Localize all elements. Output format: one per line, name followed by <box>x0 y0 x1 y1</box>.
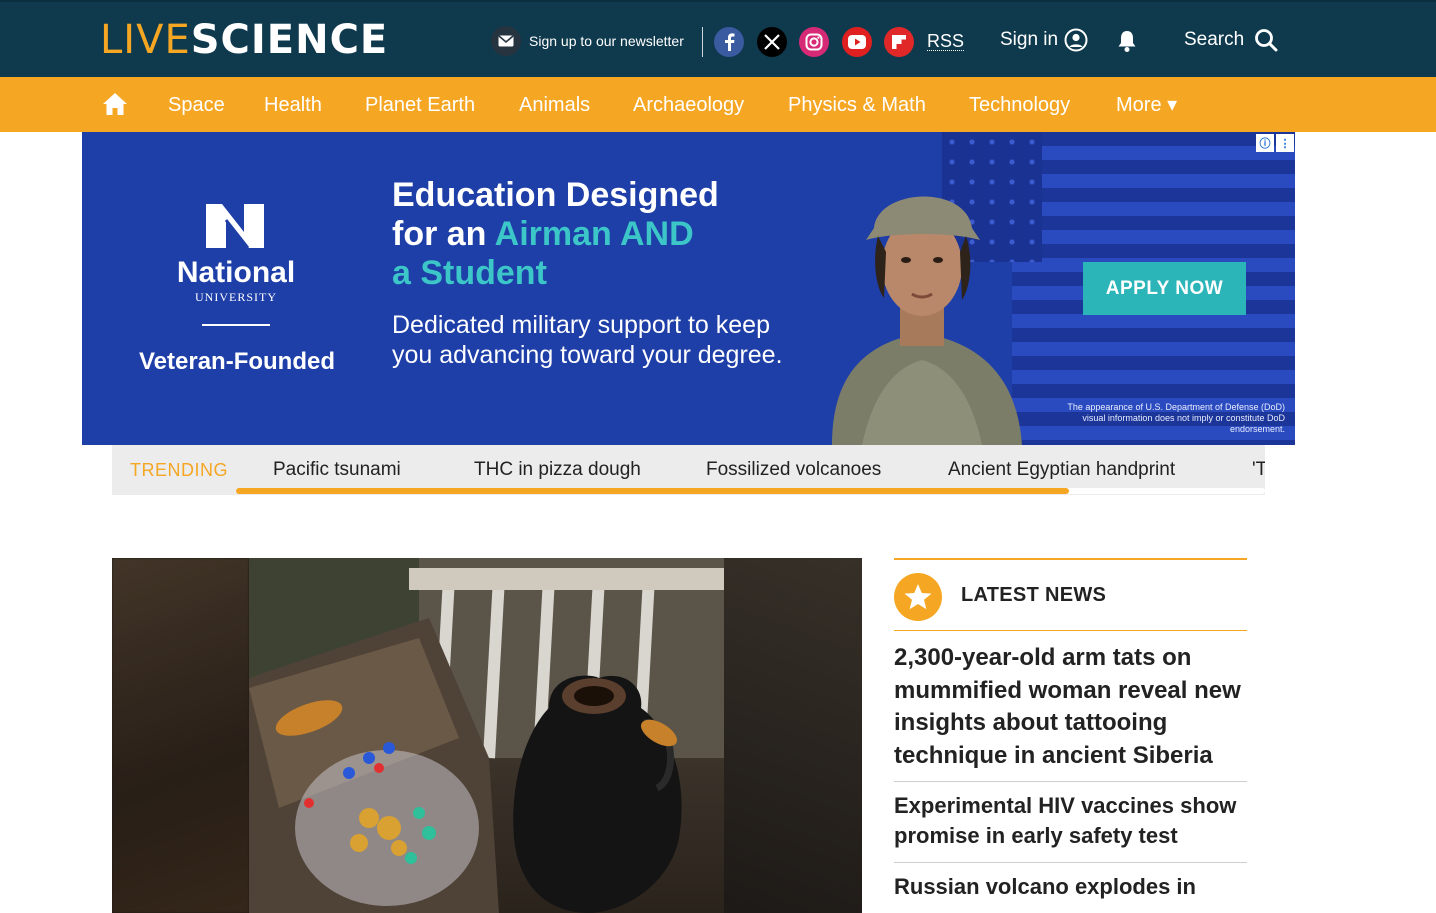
latest-news-item[interactable]: 2,300-year-old arm tats on mummified wom… <box>894 642 1249 772</box>
ad-headline: Education Designed for an Airman AND a S… <box>392 176 812 293</box>
latest-news-item[interactable]: Experimental HIV vaccines show promise i… <box>894 791 1249 851</box>
main-nav: Space Health Planet Earth Animals Archae… <box>0 77 1436 132</box>
ad-brand-tagline: Veteran-Founded <box>138 348 336 375</box>
trending-item[interactable]: Pacific tsunami <box>273 459 401 481</box>
ad-disclaimer: The appearance of U.S. Department of Def… <box>1067 402 1285 434</box>
mail-icon <box>491 26 521 56</box>
latest-news-item[interactable]: Russian volcano explodes in <box>894 872 1249 902</box>
ad-headline-line1: Education Designed <box>392 176 719 214</box>
nav-item-space[interactable]: Space <box>168 93 225 117</box>
nav-item-archaeology[interactable]: Archaeology <box>633 93 744 117</box>
bell-icon[interactable] <box>1116 29 1138 58</box>
nav-item-more[interactable]: More ▾ <box>1116 93 1177 117</box>
trending-item[interactable]: THC in pizza dough <box>474 459 641 481</box>
trending-scrollbar-thumb[interactable] <box>236 488 1069 494</box>
ad-brand-sub: UNIVERSITY <box>195 290 277 304</box>
ad-menu-icon[interactable]: ⋮ <box>1276 134 1294 152</box>
trending-item[interactable]: 'T <box>1252 459 1265 481</box>
ad-headline-line2: for an <box>392 215 495 253</box>
trending-label: TRENDING <box>130 460 228 480</box>
ad-brand-divider <box>202 324 270 326</box>
youtube-icon[interactable] <box>842 27 872 57</box>
search-label: Search <box>1184 29 1245 50</box>
user-icon <box>1064 28 1088 52</box>
search-icon <box>1255 29 1278 52</box>
latest-news-top-rule <box>894 558 1247 560</box>
hero-image[interactable] <box>112 558 862 913</box>
nav-item-animals[interactable]: Animals <box>519 93 590 117</box>
apply-now-button[interactable]: APPLY NOW <box>1083 262 1246 315</box>
nav-item-technology[interactable]: Technology <box>969 93 1070 117</box>
site-logo[interactable]: LIVE SCIENCE <box>100 17 389 63</box>
facebook-icon[interactable] <box>714 27 744 57</box>
newsletter-label: Sign up to our newsletter <box>529 33 684 49</box>
nav-item-planet-earth[interactable]: Planet Earth <box>365 93 475 117</box>
ad-info-icon[interactable]: ⓘ <box>1256 134 1274 152</box>
ad-controls: ⓘ ⋮ <box>1256 134 1294 152</box>
sign-in-label: Sign in <box>1000 29 1059 50</box>
top-header: LIVE SCIENCE Sign up to our newsletter RS… <box>0 0 1436 77</box>
home-icon[interactable] <box>102 92 128 121</box>
ad-subtext: Dedicated military support to keep you a… <box>392 311 783 369</box>
ad-headline-accent: Airman AND <box>494 215 694 253</box>
header-divider <box>702 27 703 57</box>
nav-item-health[interactable]: Health <box>264 93 322 117</box>
trending-bar: TRENDING Pacific tsunami THC in pizza do… <box>112 445 1265 495</box>
hero-image-right-blur <box>724 558 862 913</box>
national-university-logo-icon <box>206 204 264 249</box>
logo-live-text: LIVE <box>100 17 191 63</box>
ad-brand-name: National <box>176 256 296 289</box>
nav-item-physics-math[interactable]: Physics & Math <box>788 93 926 117</box>
newsletter-signup[interactable]: Sign up to our newsletter <box>491 26 684 56</box>
latest-news-rule <box>894 630 1247 631</box>
x-icon[interactable] <box>757 27 787 57</box>
hero-image-main <box>249 558 724 913</box>
hero-image-left-blur <box>112 558 249 913</box>
instagram-icon[interactable] <box>799 27 829 57</box>
rss-link[interactable]: RSS <box>927 32 965 51</box>
ad-headline-line3: a Student <box>392 254 547 292</box>
latest-news-title: LATEST NEWS <box>961 584 1107 606</box>
flipboard-icon[interactable] <box>884 27 914 57</box>
search-button[interactable]: Search <box>1184 28 1278 52</box>
sign-in-button[interactable]: Sign in <box>1000 28 1088 52</box>
latest-news-divider <box>894 781 1247 782</box>
ad-banner[interactable]: National UNIVERSITY Veteran-Founded Educ… <box>82 132 1295 445</box>
latest-news-divider <box>894 862 1247 863</box>
logo-science-text: SCIENCE <box>190 17 389 63</box>
trending-item[interactable]: Ancient Egyptian handprint <box>948 459 1175 481</box>
ad-soldier-photo <box>832 196 1022 445</box>
star-icon <box>894 573 942 621</box>
trending-item[interactable]: Fossilized volcanoes <box>706 459 881 481</box>
